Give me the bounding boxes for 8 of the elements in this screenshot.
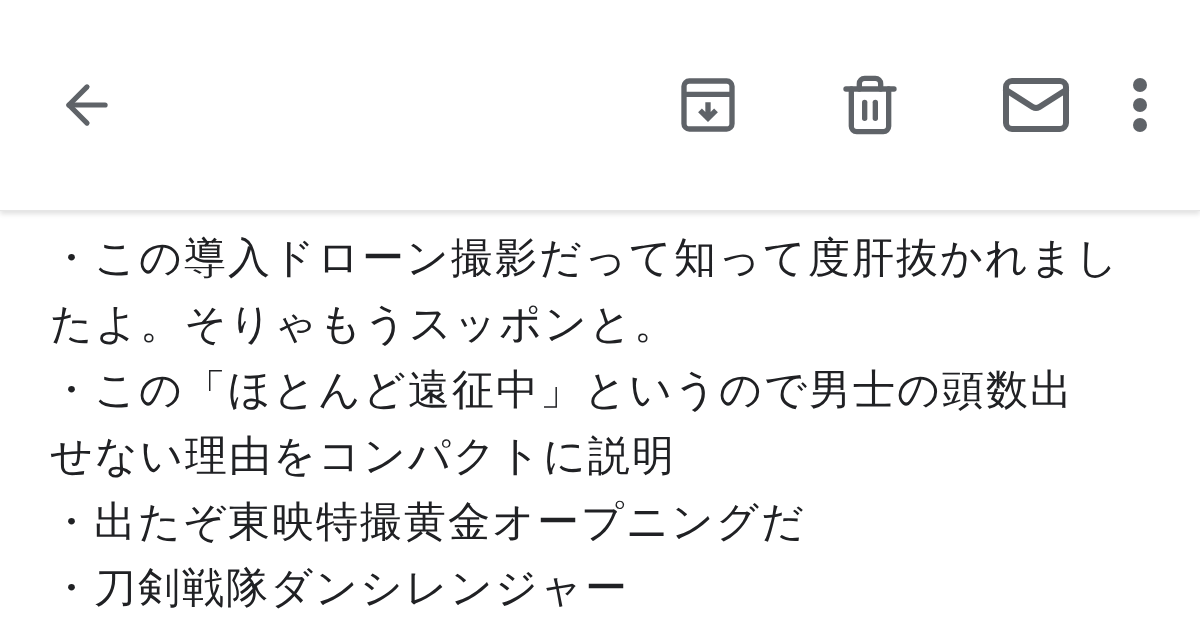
message-text: たよ。そりゃもうスッポンと。 <box>50 298 679 350</box>
message-text: ・この「ほとんど遠征中」というので男士の頭数出 <box>50 364 1075 416</box>
message-text: ・この導入ドローン撮影だって知って度肝抜かれまし <box>50 232 1121 284</box>
more-icon <box>1132 77 1148 133</box>
message-text: ・出たぞ東映特撮黄金オープニングだ <box>50 496 807 548</box>
more-button[interactable] <box>1132 77 1148 133</box>
message-text: ・刀剣戦隊ダンシレンジャー <box>50 562 630 614</box>
message-text: せない理由をコンパクトに説明 <box>50 430 677 482</box>
